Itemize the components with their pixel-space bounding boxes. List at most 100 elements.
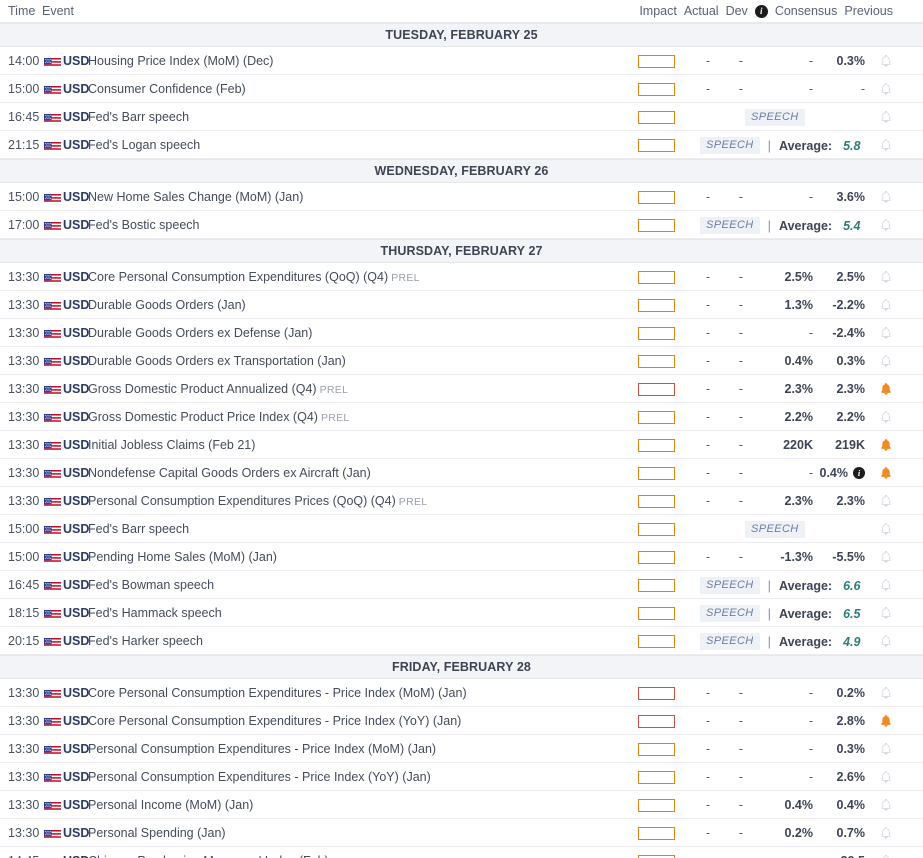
alert-bell-icon[interactable] — [879, 190, 893, 204]
event-row[interactable]: 13:30USDPersonal Income (MoM) (Jan)--0.4… — [0, 791, 923, 819]
event-previous-value-text: 0.4% — [837, 798, 866, 812]
event-previous-value-text: 219K — [835, 438, 865, 452]
event-time: 15:00 — [8, 190, 39, 204]
event-name[interactable]: Nondefense Capital Goods Orders ex Aircr… — [88, 466, 371, 480]
event-row[interactable]: 16:45USDFed's Barr speechSPEECH — [0, 103, 923, 131]
alert-bell-icon[interactable] — [879, 270, 893, 284]
alert-bell-icon[interactable] — [879, 578, 893, 592]
alert-bell-icon[interactable] — [879, 326, 893, 340]
alert-bell-icon[interactable] — [879, 354, 893, 368]
event-name[interactable]: Chicago Purchasing Managers' Index (Feb) — [88, 854, 329, 858]
event-row[interactable]: 17:00USDFed's Bostic speechSPEECH|Averag… — [0, 211, 923, 239]
alert-bell-icon[interactable] — [879, 634, 893, 648]
event-row[interactable]: 13:30USDNondefense Capital Goods Orders … — [0, 459, 923, 487]
event-row[interactable]: 13:30USDPersonal Consumption Expenditure… — [0, 763, 923, 791]
alert-bell-icon[interactable] — [879, 298, 893, 312]
event-name[interactable]: Housing Price Index (MoM) (Dec) — [88, 54, 273, 68]
event-row[interactable]: 13:30USDDurable Goods Orders ex Defense … — [0, 319, 923, 347]
alert-bell-icon[interactable] — [879, 494, 893, 508]
speech-badge[interactable]: SPEECH — [700, 633, 760, 650]
event-row[interactable]: 15:00USDFed's Barr speechSPEECH — [0, 515, 923, 543]
alert-bell-icon[interactable] — [879, 82, 893, 96]
revision-info-icon[interactable]: i — [853, 467, 865, 479]
event-row[interactable]: 13:30USDPersonal Consumption Expenditure… — [0, 735, 923, 763]
event-actual-value-text: - — [706, 686, 710, 700]
event-row[interactable]: 13:30USDInitial Jobless Claims (Feb 21)-… — [0, 431, 923, 459]
event-row[interactable]: 18:15USDFed's Hammack speechSPEECH|Avera… — [0, 599, 923, 627]
event-name[interactable]: Pending Home Sales (MoM) (Jan) — [88, 550, 277, 564]
event-name-text: Personal Income (MoM) (Jan) — [88, 798, 253, 812]
event-name[interactable]: Fed's Barr speech — [88, 110, 189, 124]
alert-bell-icon[interactable] — [879, 522, 893, 536]
event-name[interactable]: Personal Consumption Expenditures Prices… — [88, 494, 427, 508]
alert-bell-icon[interactable] — [879, 854, 893, 858]
event-row[interactable]: 14:00USDHousing Price Index (MoM) (Dec)-… — [0, 47, 923, 75]
alert-bell-icon[interactable] — [879, 798, 893, 812]
speech-badge[interactable]: SPEECH — [700, 137, 760, 154]
event-name[interactable]: Fed's Harker speech — [88, 634, 203, 648]
event-name[interactable]: New Home Sales Change (MoM) (Jan) — [88, 190, 303, 204]
event-previous-value: 2.8% — [815, 714, 865, 728]
event-name[interactable]: Personal Consumption Expenditures - Pric… — [88, 770, 431, 784]
info-icon[interactable]: i — [755, 5, 768, 18]
event-name[interactable]: Fed's Logan speech — [88, 138, 200, 152]
alert-bell-icon[interactable] — [879, 54, 893, 68]
event-row[interactable]: 13:30USDDurable Goods Orders (Jan)--1.3%… — [0, 291, 923, 319]
event-row[interactable]: 13:30USDCore Personal Consumption Expend… — [0, 679, 923, 707]
alert-bell-icon[interactable] — [879, 382, 893, 396]
event-time: 13:30 — [8, 354, 39, 368]
speech-badge[interactable]: SPEECH — [700, 605, 760, 622]
alert-bell-icon[interactable] — [879, 466, 893, 480]
event-previous-value: -5.5% — [815, 550, 865, 564]
event-name[interactable]: Durable Goods Orders ex Defense (Jan) — [88, 326, 312, 340]
alert-bell-icon[interactable] — [879, 742, 893, 756]
alert-bell-icon[interactable] — [879, 686, 893, 700]
event-row[interactable]: 21:15USDFed's Logan speechSPEECH|Average… — [0, 131, 923, 159]
event-row[interactable]: 16:45USDFed's Bowman speechSPEECH|Averag… — [0, 571, 923, 599]
event-currency: USD — [63, 82, 89, 96]
event-name[interactable]: Personal Consumption Expenditures - Pric… — [88, 742, 436, 756]
event-row[interactable]: 14:45USDChicago Purchasing Managers' Ind… — [0, 847, 923, 858]
event-name[interactable]: Fed's Barr speech — [88, 522, 189, 536]
event-row[interactable]: 15:00USDConsumer Confidence (Feb)---- — [0, 75, 923, 103]
event-name[interactable]: Gross Domestic Product Annualized (Q4)PR… — [88, 382, 348, 396]
event-row[interactable]: 15:00USDPending Home Sales (MoM) (Jan)--… — [0, 543, 923, 571]
alert-bell-icon[interactable] — [879, 438, 893, 452]
event-row[interactable]: 13:30USDPersonal Spending (Jan)--0.2%0.7… — [0, 819, 923, 847]
speech-badge[interactable]: SPEECH — [745, 521, 805, 538]
event-row[interactable]: 13:30USDDurable Goods Orders ex Transpor… — [0, 347, 923, 375]
alert-bell-icon[interactable] — [879, 714, 893, 728]
event-name[interactable]: Fed's Bostic speech — [88, 218, 199, 232]
speech-badge[interactable]: SPEECH — [745, 109, 805, 126]
event-name[interactable]: Initial Jobless Claims (Feb 21) — [88, 438, 255, 452]
alert-bell-icon[interactable] — [879, 138, 893, 152]
speech-badge[interactable]: SPEECH — [700, 217, 760, 234]
event-previous-value-text: -5.5% — [832, 550, 865, 564]
event-name[interactable]: Fed's Bowman speech — [88, 578, 214, 592]
speech-badge[interactable]: SPEECH — [700, 577, 760, 594]
alert-bell-icon[interactable] — [879, 110, 893, 124]
event-name[interactable]: Core Personal Consumption Expenditures (… — [88, 270, 420, 284]
alert-bell-icon[interactable] — [879, 606, 893, 620]
event-row[interactable]: 13:30USDCore Personal Consumption Expend… — [0, 707, 923, 735]
alert-bell-icon[interactable] — [879, 218, 893, 232]
event-row[interactable]: 20:15USDFed's Harker speechSPEECH|Averag… — [0, 627, 923, 655]
event-row[interactable]: 13:30USDGross Domestic Product Annualize… — [0, 375, 923, 403]
event-name[interactable]: Fed's Hammack speech — [88, 606, 222, 620]
event-row[interactable]: 15:00USDNew Home Sales Change (MoM) (Jan… — [0, 183, 923, 211]
event-name[interactable]: Durable Goods Orders (Jan) — [88, 298, 246, 312]
event-name[interactable]: Core Personal Consumption Expenditures -… — [88, 714, 461, 728]
event-row[interactable]: 13:30USDPersonal Consumption Expenditure… — [0, 487, 923, 515]
alert-bell-icon[interactable] — [879, 770, 893, 784]
alert-bell-icon[interactable] — [879, 826, 893, 840]
event-name[interactable]: Core Personal Consumption Expenditures -… — [88, 686, 467, 700]
event-name[interactable]: Consumer Confidence (Feb) — [88, 82, 246, 96]
alert-bell-icon[interactable] — [879, 410, 893, 424]
event-name[interactable]: Personal Spending (Jan) — [88, 826, 226, 840]
event-row[interactable]: 13:30USDGross Domestic Product Price Ind… — [0, 403, 923, 431]
event-name[interactable]: Durable Goods Orders ex Transportation (… — [88, 354, 346, 368]
alert-bell-icon[interactable] — [879, 550, 893, 564]
event-name[interactable]: Personal Income (MoM) (Jan) — [88, 798, 253, 812]
event-row[interactable]: 13:30USDCore Personal Consumption Expend… — [0, 263, 923, 291]
event-name[interactable]: Gross Domestic Product Price Index (Q4)P… — [88, 410, 350, 424]
